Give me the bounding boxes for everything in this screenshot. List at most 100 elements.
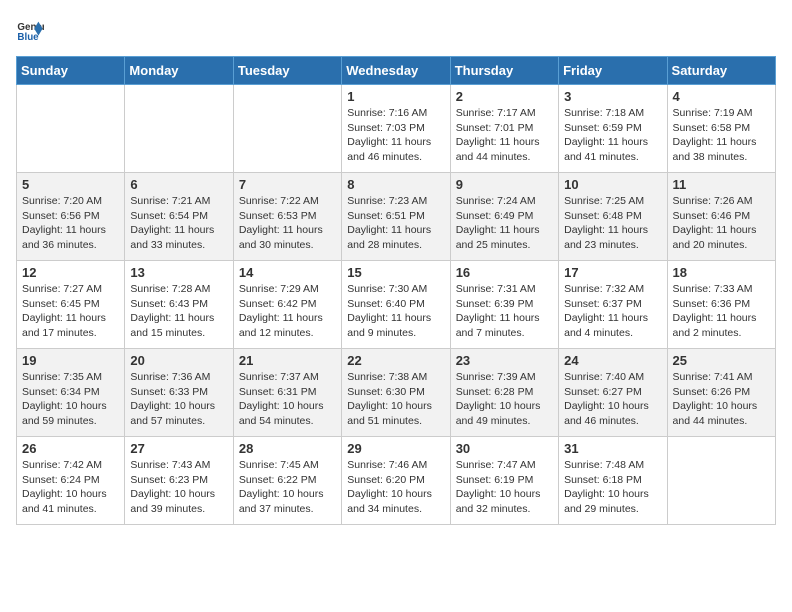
cell-info: Sunrise: 7:48 AM Sunset: 6:18 PM Dayligh… — [564, 458, 661, 517]
day-header-friday: Friday — [559, 57, 667, 85]
week-row-4: 19 Sunrise: 7:35 AM Sunset: 6:34 PM Dayli… — [17, 349, 776, 437]
cell-info: Sunrise: 7:47 AM Sunset: 6:19 PM Dayligh… — [456, 458, 553, 517]
calendar-cell: 11 Sunrise: 7:26 AM Sunset: 6:46 PM Dayli… — [667, 173, 775, 261]
day-number: 21 — [239, 353, 336, 368]
day-number: 19 — [22, 353, 119, 368]
calendar-cell: 15Sunrise: 7:30 AM Sunset: 6:40 PM Dayli… — [342, 261, 450, 349]
calendar-cell: 14 Sunrise: 7:29 AM Sunset: 6:42 PM Dayli… — [233, 261, 341, 349]
cell-info: Sunrise: 7:20 AM Sunset: 6:56 PM Dayligh… — [22, 194, 119, 253]
calendar-cell: 2 Sunrise: 7:17 AM Sunset: 7:01 PM Daylig… — [450, 85, 558, 173]
day-header-wednesday: Wednesday — [342, 57, 450, 85]
day-number: 25 — [673, 353, 770, 368]
cell-info: Sunrise: 7:39 AM Sunset: 6:28 PM Dayligh… — [456, 370, 553, 429]
page-header: General Blue — [16, 16, 776, 44]
day-number: 26 — [22, 441, 119, 456]
cell-info: Sunrise: 7:21 AM Sunset: 6:54 PM Dayligh… — [130, 194, 227, 253]
day-header-tuesday: Tuesday — [233, 57, 341, 85]
calendar-cell: 9 Sunrise: 7:24 AM Sunset: 6:49 PM Daylig… — [450, 173, 558, 261]
cell-info: Sunrise: 7:38 AM Sunset: 6:30 PM Dayligh… — [347, 370, 444, 429]
day-number: 1 — [347, 89, 444, 104]
day-number: 15 — [347, 265, 444, 280]
calendar-cell: 8 Sunrise: 7:23 AM Sunset: 6:51 PM Daylig… — [342, 173, 450, 261]
cell-info: Sunrise: 7:18 AM Sunset: 6:59 PM Dayligh… — [564, 106, 661, 165]
cell-info: Sunrise: 7:16 AM Sunset: 7:03 PM Dayligh… — [347, 106, 444, 165]
calendar-cell: 4 Sunrise: 7:19 AM Sunset: 6:58 PM Daylig… — [667, 85, 775, 173]
cell-info: Sunrise: 7:19 AM Sunset: 6:58 PM Dayligh… — [673, 106, 770, 165]
calendar-table: SundayMondayTuesdayWednesdayThursdayFrid… — [16, 56, 776, 525]
calendar-cell: 17Sunrise: 7:32 AM Sunset: 6:37 PM Dayli… — [559, 261, 667, 349]
cell-info: Sunrise: 7:29 AM Sunset: 6:42 PM Dayligh… — [239, 282, 336, 341]
day-number: 20 — [130, 353, 227, 368]
day-number: 30 — [456, 441, 553, 456]
days-header-row: SundayMondayTuesdayWednesdayThursdayFrid… — [17, 57, 776, 85]
day-number: 7 — [239, 177, 336, 192]
cell-info: Sunrise: 7:36 AM Sunset: 6:33 PM Dayligh… — [130, 370, 227, 429]
day-number: 2 — [456, 89, 553, 104]
calendar-cell — [125, 85, 233, 173]
calendar-cell: 5 Sunrise: 7:20 AM Sunset: 6:56 PM Daylig… — [17, 173, 125, 261]
calendar-cell: 3Sunrise: 7:18 AM Sunset: 6:59 PM Daylig… — [559, 85, 667, 173]
day-number: 24 — [564, 353, 661, 368]
week-row-2: 5 Sunrise: 7:20 AM Sunset: 6:56 PM Daylig… — [17, 173, 776, 261]
day-number: 16 — [456, 265, 553, 280]
day-number: 5 — [22, 177, 119, 192]
day-number: 17 — [564, 265, 661, 280]
day-number: 4 — [673, 89, 770, 104]
calendar-cell: 1 Sunrise: 7:16 AM Sunset: 7:03 PM Daylig… — [342, 85, 450, 173]
day-number: 10 — [564, 177, 661, 192]
day-number: 22 — [347, 353, 444, 368]
svg-text:Blue: Blue — [17, 32, 39, 43]
cell-info: Sunrise: 7:17 AM Sunset: 7:01 PM Dayligh… — [456, 106, 553, 165]
day-number: 29 — [347, 441, 444, 456]
calendar-cell — [667, 437, 775, 525]
calendar-cell: 13 Sunrise: 7:28 AM Sunset: 6:43 PM Dayli… — [125, 261, 233, 349]
cell-info: Sunrise: 7:42 AM Sunset: 6:24 PM Dayligh… — [22, 458, 119, 517]
day-number: 8 — [347, 177, 444, 192]
cell-info: Sunrise: 7:23 AM Sunset: 6:51 PM Dayligh… — [347, 194, 444, 253]
calendar-cell: 31 Sunrise: 7:48 AM Sunset: 6:18 PM Dayli… — [559, 437, 667, 525]
calendar-cell: 24 Sunrise: 7:40 AM Sunset: 6:27 PM Dayli… — [559, 349, 667, 437]
calendar-cell — [17, 85, 125, 173]
calendar-cell: 28Sunrise: 7:45 AM Sunset: 6:22 PM Dayli… — [233, 437, 341, 525]
day-number: 23 — [456, 353, 553, 368]
cell-info: Sunrise: 7:45 AM Sunset: 6:22 PM Dayligh… — [239, 458, 336, 517]
calendar-cell: 7 Sunrise: 7:22 AM Sunset: 6:53 PM Daylig… — [233, 173, 341, 261]
day-number: 31 — [564, 441, 661, 456]
week-row-5: 26 Sunrise: 7:42 AM Sunset: 6:24 PM Dayli… — [17, 437, 776, 525]
day-header-thursday: Thursday — [450, 57, 558, 85]
calendar-cell: 10Sunrise: 7:25 AM Sunset: 6:48 PM Dayli… — [559, 173, 667, 261]
calendar-cell: 21 Sunrise: 7:37 AM Sunset: 6:31 PM Dayli… — [233, 349, 341, 437]
calendar-cell: 12 Sunrise: 7:27 AM Sunset: 6:45 PM Dayli… — [17, 261, 125, 349]
day-number: 12 — [22, 265, 119, 280]
day-number: 11 — [673, 177, 770, 192]
day-header-saturday: Saturday — [667, 57, 775, 85]
cell-info: Sunrise: 7:40 AM Sunset: 6:27 PM Dayligh… — [564, 370, 661, 429]
day-header-sunday: Sunday — [17, 57, 125, 85]
cell-info: Sunrise: 7:24 AM Sunset: 6:49 PM Dayligh… — [456, 194, 553, 253]
calendar-cell: 27 Sunrise: 7:43 AM Sunset: 6:23 PM Dayli… — [125, 437, 233, 525]
calendar-cell: 29Sunrise: 7:46 AM Sunset: 6:20 PM Dayli… — [342, 437, 450, 525]
cell-info: Sunrise: 7:28 AM Sunset: 6:43 PM Dayligh… — [130, 282, 227, 341]
calendar-cell: 22 Sunrise: 7:38 AM Sunset: 6:30 PM Dayli… — [342, 349, 450, 437]
logo-icon: General Blue — [16, 16, 44, 44]
day-number: 27 — [130, 441, 227, 456]
cell-info: Sunrise: 7:37 AM Sunset: 6:31 PM Dayligh… — [239, 370, 336, 429]
cell-info: Sunrise: 7:27 AM Sunset: 6:45 PM Dayligh… — [22, 282, 119, 341]
day-number: 6 — [130, 177, 227, 192]
calendar-cell: 25 Sunrise: 7:41 AM Sunset: 6:26 PM Dayli… — [667, 349, 775, 437]
day-number: 13 — [130, 265, 227, 280]
calendar-cell: 23 Sunrise: 7:39 AM Sunset: 6:28 PM Dayli… — [450, 349, 558, 437]
cell-info: Sunrise: 7:26 AM Sunset: 6:46 PM Dayligh… — [673, 194, 770, 253]
day-number: 14 — [239, 265, 336, 280]
week-row-3: 12 Sunrise: 7:27 AM Sunset: 6:45 PM Dayli… — [17, 261, 776, 349]
cell-info: Sunrise: 7:33 AM Sunset: 6:36 PM Dayligh… — [673, 282, 770, 341]
cell-info: Sunrise: 7:22 AM Sunset: 6:53 PM Dayligh… — [239, 194, 336, 253]
calendar-cell: 19 Sunrise: 7:35 AM Sunset: 6:34 PM Dayli… — [17, 349, 125, 437]
cell-info: Sunrise: 7:43 AM Sunset: 6:23 PM Dayligh… — [130, 458, 227, 517]
cell-info: Sunrise: 7:31 AM Sunset: 6:39 PM Dayligh… — [456, 282, 553, 341]
cell-info: Sunrise: 7:35 AM Sunset: 6:34 PM Dayligh… — [22, 370, 119, 429]
day-number: 9 — [456, 177, 553, 192]
cell-info: Sunrise: 7:41 AM Sunset: 6:26 PM Dayligh… — [673, 370, 770, 429]
calendar-cell: 18Sunrise: 7:33 AM Sunset: 6:36 PM Dayli… — [667, 261, 775, 349]
calendar-cell: 6 Sunrise: 7:21 AM Sunset: 6:54 PM Daylig… — [125, 173, 233, 261]
